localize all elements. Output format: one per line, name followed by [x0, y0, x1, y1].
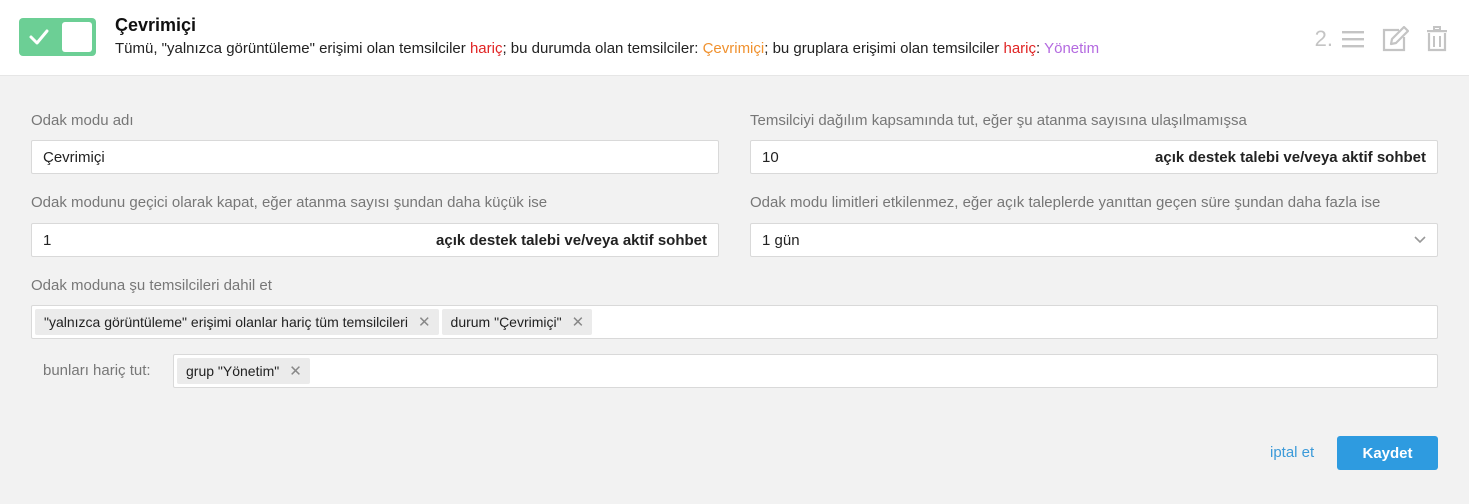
keep-suffix: açık destek talebi ve/veya aktif sohbet: [1155, 148, 1426, 166]
exclude-tags-input[interactable]: grup "Yönetim" ✕: [173, 354, 1438, 388]
limit-value: 1 gün: [762, 231, 800, 249]
name-input[interactable]: Çevrimiçi: [31, 140, 719, 174]
desc-excluded: hariç: [1003, 40, 1037, 57]
limit-select[interactable]: 1 gün: [750, 223, 1438, 257]
exclude-label: bunları hariç tut:: [43, 362, 151, 379]
pause-value: 1: [43, 231, 52, 249]
trash-icon[interactable]: [1423, 25, 1451, 53]
remove-tag-icon[interactable]: ✕: [418, 315, 431, 330]
focus-mode-title: Çevrimiçi: [115, 15, 197, 35]
desc-text: ; bu gruplara erişimi olan temsilciler: [764, 40, 1004, 57]
include-tag: "yalnızca görüntüleme" erişimi olanlar h…: [35, 309, 439, 335]
toggle-knob: [62, 22, 92, 52]
desc-excluded: hariç: [469, 40, 503, 57]
include-label: Odak moduna şu temsilcileri dahil et: [31, 277, 272, 294]
desc-text: :: [1036, 40, 1045, 57]
keep-count-input[interactable]: 10 açık destek talebi ve/veya aktif sohbe…: [750, 140, 1438, 174]
header-actions: 2.: [1315, 22, 1451, 56]
save-button[interactable]: Kaydet: [1337, 436, 1438, 470]
exclude-tag: grup "Yönetim" ✕: [177, 358, 310, 384]
order-number: 2.: [1314, 26, 1333, 51]
pause-label: Odak modunu geçici olarak kapat, eğer at…: [31, 194, 548, 211]
include-tags-input[interactable]: "yalnızca görüntüleme" erişimi olanlar h…: [31, 305, 1438, 339]
keep-value: 10: [762, 148, 779, 166]
desc-text: ; bu durumda olan temsilciler:: [502, 40, 703, 57]
desc-group: Yönetim: [1044, 40, 1100, 57]
tag-label: "yalnızca görüntüleme" erişimi olanlar h…: [44, 314, 408, 330]
chevron-down-icon: [1414, 236, 1426, 244]
cancel-link[interactable]: iptal et: [1270, 444, 1314, 461]
tag-label: durum "Çevrimiçi": [450, 314, 562, 330]
remove-tag-icon[interactable]: ✕: [572, 315, 585, 330]
pause-suffix: açık destek talebi ve/veya aktif sohbet: [436, 231, 707, 249]
remove-tag-icon[interactable]: ✕: [289, 364, 302, 379]
name-label: Odak modu adı: [31, 112, 134, 129]
drag-handle-icon[interactable]: [1339, 25, 1367, 53]
desc-text: Tümü, "yalnızca görüntüleme" erişimi ola…: [115, 40, 470, 57]
limit-label: Odak modu limitleri etkilenmez, eğer açı…: [750, 194, 1381, 211]
check-icon: [29, 29, 49, 45]
focus-mode-header: Çevrimiçi Tümü, "yalnızca görüntüleme" e…: [0, 0, 1469, 76]
pause-count-input[interactable]: 1 açık destek talebi ve/veya aktif sohbet: [31, 223, 719, 257]
desc-status: Çevrimiçi: [702, 40, 765, 57]
focus-mode-description: Tümü, "yalnızca görüntüleme" erişimi ola…: [115, 40, 1099, 57]
include-tag: durum "Çevrimiçi" ✕: [441, 309, 593, 335]
enable-toggle[interactable]: [19, 18, 96, 56]
name-value: Çevrimiçi: [43, 148, 105, 166]
keep-label: Temsilciyi dağılım kapsamında tut, eğer …: [750, 112, 1247, 129]
edit-icon[interactable]: [1381, 25, 1409, 53]
tag-label: grup "Yönetim": [186, 363, 280, 379]
